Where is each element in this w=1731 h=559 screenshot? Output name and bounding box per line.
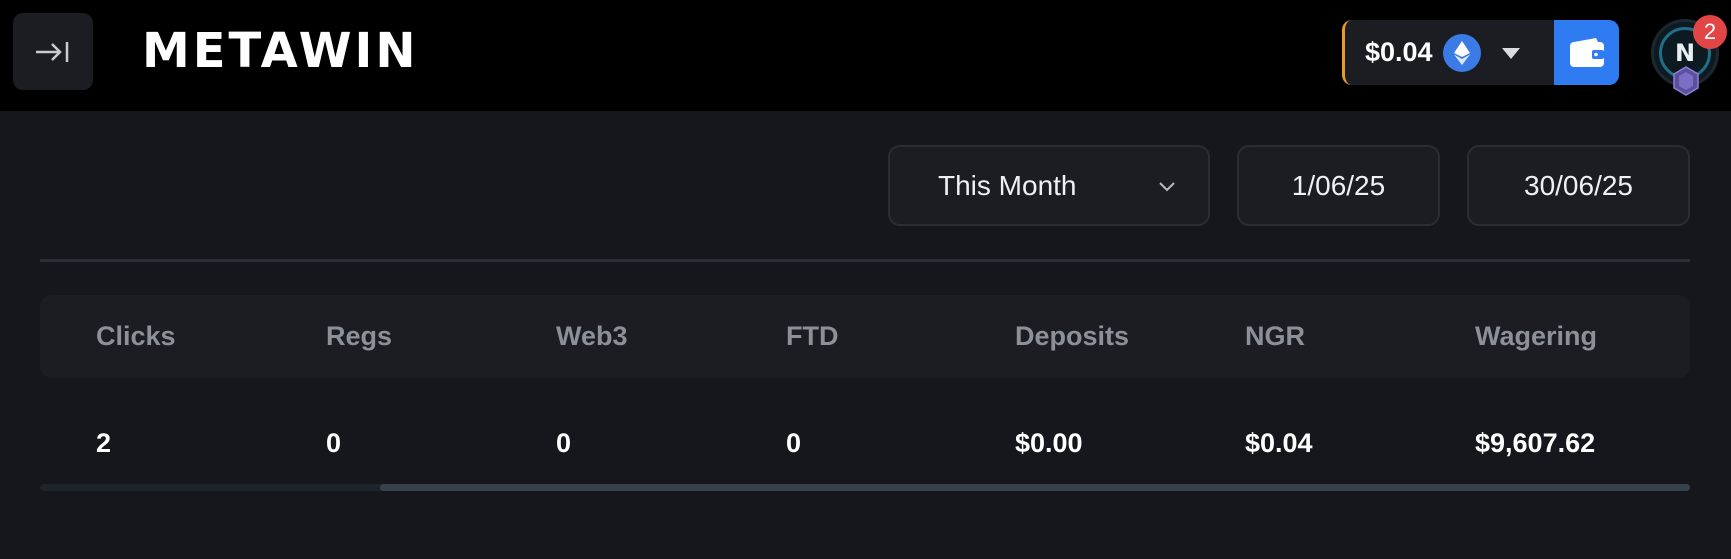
notification-badge: 2 (1693, 15, 1727, 49)
chevron-down-icon (1159, 181, 1175, 191)
cell-deposits: $0.00 (1015, 428, 1083, 458)
cell-wagering: $9,607.62 (1475, 428, 1596, 458)
divider (40, 259, 1690, 262)
level-gem-icon (1673, 66, 1699, 96)
column-header-regs: Regs (326, 321, 393, 351)
wallet-icon (1569, 37, 1604, 67)
currency-dropdown-button[interactable] (1498, 40, 1524, 66)
expand-sidebar-button[interactable] (13, 13, 93, 90)
wallet-button[interactable] (1554, 20, 1619, 85)
column-header-web3: Web3 (556, 321, 628, 351)
balance-amount: $0.04 (1365, 37, 1433, 67)
cell-regs: 0 (326, 428, 342, 458)
arrow-to-line-icon (36, 41, 69, 62)
cell-ngr: $0.04 (1245, 428, 1313, 458)
cell-web3: 0 (556, 428, 572, 458)
column-header-clicks: Clicks (96, 321, 176, 351)
column-header-deposits: Deposits (1015, 321, 1130, 351)
period-select[interactable]: This Month (888, 145, 1210, 226)
period-select-value: This Month (938, 169, 1077, 201)
end-date-field[interactable]: 30/06/25 (1467, 145, 1690, 226)
balance-widget[interactable]: $0.04 (1342, 20, 1619, 85)
column-header-ngr: NGR (1245, 321, 1305, 351)
start-date-field[interactable]: 1/06/25 (1237, 145, 1440, 226)
top-bar: METAWIN $0.04 N 2 (0, 0, 1731, 111)
table-header (40, 295, 1690, 378)
ethereum-icon (1442, 33, 1481, 72)
logo-text: METAWIN (142, 23, 419, 79)
metawin-logo[interactable]: METAWIN (142, 23, 419, 79)
column-header-ftd: FTD (786, 321, 839, 351)
table-scrollbar-thumb[interactable] (380, 484, 1690, 491)
cell-ftd: 0 (786, 428, 802, 458)
caret-down-icon (1501, 47, 1520, 59)
column-header-wagering: Wagering (1475, 321, 1598, 351)
cell-clicks: 2 (96, 428, 112, 458)
